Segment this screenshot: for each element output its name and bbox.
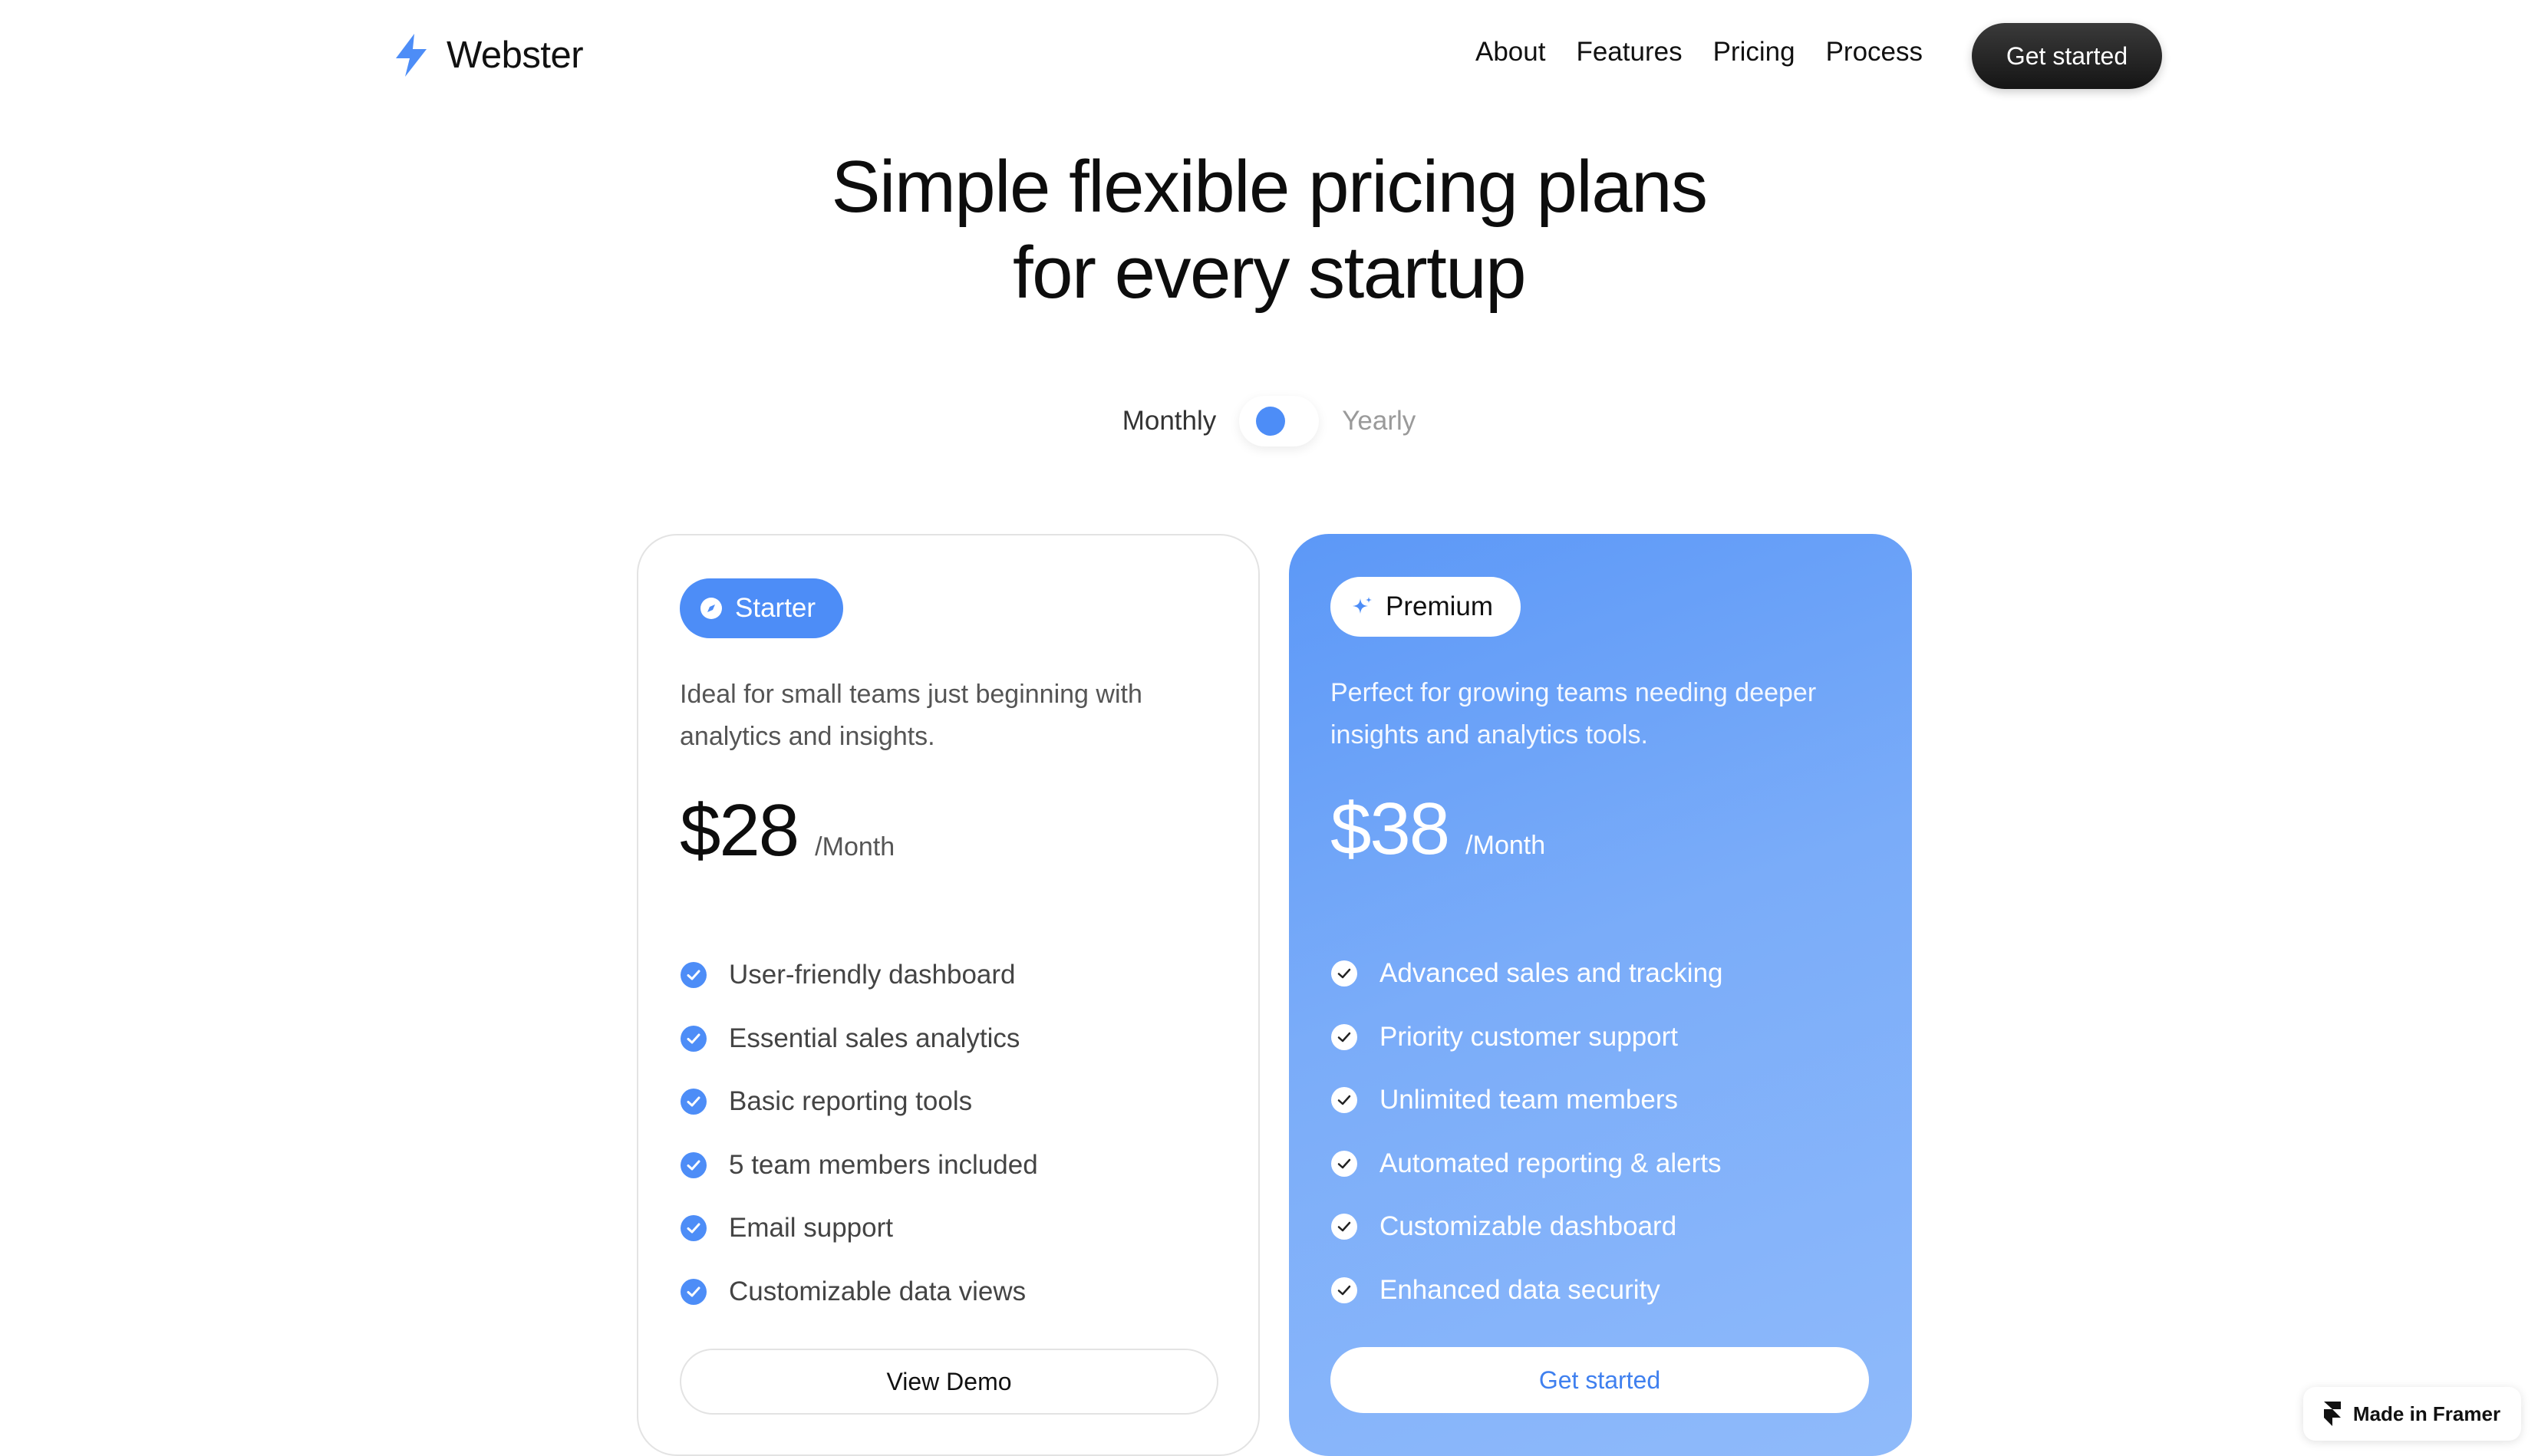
feature-item: Advanced sales and tracking: [1330, 942, 1723, 1006]
plan-description: Ideal for small teams just beginning wit…: [680, 680, 1142, 751]
feature-item: Basic reporting tools: [680, 1070, 1038, 1134]
framer-logo-icon: [2323, 1402, 2341, 1426]
feature-text: Customizable dashboard: [1379, 1211, 1677, 1242]
framer-badge-label: Made in Framer: [2352, 1402, 2501, 1425]
feature-item: Unlimited team members: [1330, 1069, 1723, 1132]
sparkle-icon: [1353, 597, 1372, 614]
plan-card-starter: Starter Ideal for small teams just begin…: [637, 534, 1260, 1456]
feature-text: Unlimited team members: [1379, 1085, 1678, 1115]
check-circle-icon: [1331, 1276, 1357, 1303]
lightning-bolt-icon: [396, 34, 427, 77]
toggle-knob: [1256, 407, 1286, 436]
feature-item: 5 team members included: [680, 1134, 1038, 1197]
view-demo-button[interactable]: View Demo: [680, 1349, 1218, 1415]
feature-item: User-friendly dashboard: [680, 944, 1038, 1007]
feature-item: Priority customer support: [1330, 1006, 1723, 1069]
pricing-page: Webster About Features Pricing Process G…: [0, 0, 2538, 1456]
check-circle-icon: [681, 962, 707, 989]
premium-get-started-button[interactable]: Get started: [1330, 1347, 1869, 1413]
check-circle-icon: [681, 1089, 707, 1115]
title-line-2: for every startup: [1012, 232, 1527, 314]
plan-period: /Month: [1465, 831, 1546, 860]
title-line-1: Simple flexible pricing plans: [831, 146, 1708, 228]
logo[interactable]: Webster: [394, 34, 584, 77]
nav-process[interactable]: Process: [1826, 37, 1923, 68]
feature-item: Customizable dashboard: [1330, 1195, 1723, 1259]
plan-price: $28: [680, 789, 799, 871]
feature-text: Customizable data views: [729, 1276, 1027, 1306]
feature-text: Essential sales analytics: [729, 1023, 1020, 1053]
feature-text: Priority customer support: [1379, 1021, 1679, 1052]
plan-period: /Month: [815, 832, 895, 861]
check-circle-icon: [1331, 960, 1357, 987]
check-circle-icon: [1331, 1214, 1357, 1240]
feature-text: 5 team members included: [729, 1149, 1038, 1180]
check-circle-icon: [681, 1278, 707, 1305]
check-circle-icon: [681, 1215, 707, 1242]
nav-pricing[interactable]: Pricing: [1713, 37, 1795, 68]
feature-item: Essential sales analytics: [680, 1007, 1038, 1071]
billing-toggle[interactable]: [1239, 396, 1320, 446]
feature-item: Automated reporting & alerts: [1330, 1132, 1723, 1196]
yearly-label[interactable]: Yearly: [1342, 406, 1416, 436]
monthly-label[interactable]: Monthly: [1122, 406, 1217, 436]
feature-text: Email support: [729, 1213, 893, 1244]
plan-name: Starter: [735, 593, 816, 623]
feature-item: Customizable data views: [680, 1260, 1038, 1324]
get-started-button[interactable]: Get started: [1972, 23, 2162, 89]
check-circle-icon: [1331, 1087, 1357, 1114]
plan-badge-premium: Premium: [1330, 577, 1521, 637]
price-row: $38 /Month: [1330, 787, 1545, 871]
feature-list: User-friendly dashboard Essential sales …: [680, 944, 1038, 1323]
check-circle-icon: [1331, 1023, 1357, 1050]
nav-about[interactable]: About: [1475, 37, 1545, 68]
plan-card-premium: Premium Perfect for growing teams needin…: [1289, 534, 1912, 1456]
top-nav: About Features Pricing Process: [1475, 37, 1923, 68]
made-in-framer-badge[interactable]: Made in Framer: [2303, 1387, 2521, 1441]
page-title: Simple flexible pricing plans for every …: [0, 144, 2538, 316]
feature-item: Enhanced data security: [1330, 1259, 1723, 1323]
check-circle-icon: [1331, 1150, 1357, 1177]
feature-text: Automated reporting & alerts: [1379, 1148, 1722, 1178]
brand-name: Webster: [447, 35, 584, 76]
feature-text: Advanced sales and tracking: [1379, 958, 1723, 989]
feature-text: Enhanced data security: [1379, 1274, 1660, 1305]
plan-description: Perfect for growing teams needing deeper…: [1330, 678, 1817, 749]
feature-text: Basic reporting tools: [729, 1086, 973, 1117]
plan-price: $38: [1330, 788, 1450, 870]
billing-toggle-group: Monthly Yearly: [0, 396, 2538, 446]
price-row: $28 /Month: [680, 789, 895, 873]
nav-features[interactable]: Features: [1576, 37, 1682, 68]
feature-text: User-friendly dashboard: [729, 960, 1016, 990]
feature-item: Email support: [680, 1197, 1038, 1260]
check-circle-icon: [681, 1025, 707, 1052]
plan-name: Premium: [1386, 591, 1494, 621]
compass-icon: [700, 598, 722, 619]
feature-list: Advanced sales and tracking Priority cus…: [1330, 942, 1723, 1322]
check-circle-icon: [681, 1151, 707, 1178]
plan-badge-starter: Starter: [680, 578, 844, 638]
